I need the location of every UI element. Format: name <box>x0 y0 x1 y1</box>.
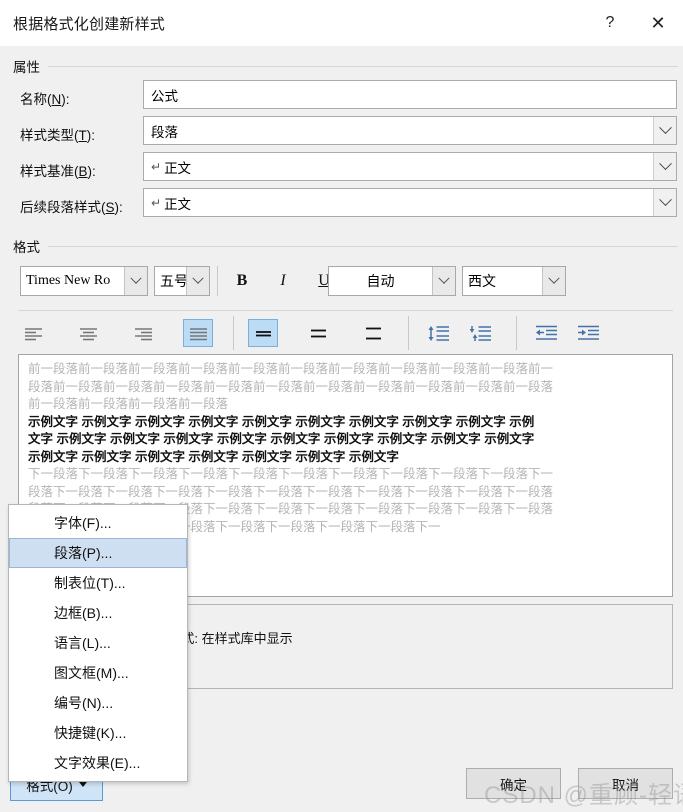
bold-button[interactable]: B <box>227 267 257 295</box>
menu-item-language[interactable]: 语言(L)... <box>9 628 187 658</box>
menu-item-numbering[interactable]: 编号(N)... <box>9 688 187 718</box>
style-based-on-combobox[interactable]: ↵ 正文 <box>143 152 677 181</box>
align-justify-button[interactable] <box>183 319 213 347</box>
font-color-value: 自动 <box>366 273 395 289</box>
name-input-value: 公式 <box>151 88 178 104</box>
font-family-combobox[interactable]: Times New Ro <box>20 266 148 296</box>
dialog-title-bar: 根据格式化创建新样式 ? ✕ <box>0 0 683 46</box>
line-spacing-1-5-button[interactable] <box>303 319 333 347</box>
chevron-down-icon[interactable] <box>124 267 147 295</box>
menu-item-border[interactable]: 边框(B)... <box>9 598 187 628</box>
ok-button[interactable]: 确定 <box>466 768 561 799</box>
style-type-label: 样式类型(T): <box>20 128 95 143</box>
cancel-button-label: 取消 <box>612 777 639 793</box>
format-dropdown-menu[interactable]: 字体(F)... 段落(P)... 制表位(T)... 边框(B)... 语言(… <box>8 504 188 782</box>
line-spacing-single-button[interactable] <box>248 319 278 347</box>
align-left-button[interactable] <box>18 319 48 347</box>
increase-indent-button[interactable] <box>574 319 604 347</box>
toolbar-divider <box>18 310 673 311</box>
help-icon[interactable]: ? <box>587 0 633 46</box>
chevron-down-icon[interactable] <box>432 267 455 295</box>
preview-sample-line: 示例文字 示例文字 示例文字 示例文字 示例文字 示例文字 示例文字 <box>28 449 399 464</box>
preview-after-line: 下一段落下一段落下一段落下一段落下一段落下一段落下一段落下一段落下一段落下一段落… <box>28 467 554 481</box>
caret-down-icon <box>78 782 87 787</box>
toolbar-separator <box>217 266 218 296</box>
chevron-down-icon[interactable] <box>653 189 676 216</box>
align-center-button[interactable] <box>73 319 103 347</box>
style-based-on-value: 正文 <box>164 160 192 176</box>
menu-item-font[interactable]: 字体(F)... <box>9 508 187 538</box>
decrease-paragraph-spacing-button[interactable] <box>466 319 496 347</box>
name-input[interactable]: 公式 <box>143 80 677 109</box>
preview-before-line: 段落前一段落前一段落前一段落前一段落前一段落前一段落前一段落前一段落前一段落前一… <box>28 379 554 394</box>
format-group-rule <box>48 246 678 247</box>
title-bar-buttons: ? ✕ <box>587 0 683 46</box>
menu-item-paragraph[interactable]: 段落(P)... <box>9 538 187 568</box>
preview-sample-line: 示例文字 示例文字 示例文字 示例文字 示例文字 示例文字 示例文字 示例文字 … <box>28 414 535 429</box>
preview-sample-line: 文字 示例文字 示例文字 示例文字 示例文字 示例文字 示例文字 示例文字 示例… <box>28 432 535 446</box>
preview-before-line: 前一段落前一段落前一段落前一段落 <box>28 397 229 411</box>
next-paragraph-style-combobox[interactable]: ↵ 正文 <box>143 188 677 217</box>
chevron-down-icon[interactable] <box>653 117 676 144</box>
style-based-on-label: 样式基准(B): <box>20 164 96 179</box>
close-icon[interactable]: ✕ <box>633 0 683 46</box>
menu-item-text-effects[interactable]: 文字效果(E)... <box>9 748 187 778</box>
font-size-value: 五号 <box>160 273 186 289</box>
script-value: 西文 <box>468 273 496 289</box>
name-label: 名称(N): <box>20 92 70 107</box>
chevron-down-icon[interactable] <box>653 153 676 180</box>
increase-paragraph-spacing-button[interactable] <box>424 319 454 347</box>
chevron-down-icon[interactable] <box>186 267 209 295</box>
font-size-combobox[interactable]: 五号 <box>154 266 210 296</box>
toolbar-separator <box>516 316 517 350</box>
italic-button[interactable]: I <box>268 267 298 295</box>
menu-item-frame[interactable]: 图文框(M)... <box>9 658 187 688</box>
format-group-label: 格式 <box>13 236 46 256</box>
dialog-title: 根据格式化创建新样式 <box>13 15 166 33</box>
next-paragraph-style-value: 正文 <box>164 196 192 212</box>
menu-item-shortcut-key[interactable]: 快捷键(K)... <box>9 718 187 748</box>
menu-item-tabs[interactable]: 制表位(T)... <box>9 568 187 598</box>
pilcrow-icon: ↵ <box>151 159 162 174</box>
style-type-value: 段落 <box>151 124 178 140</box>
chevron-down-icon[interactable] <box>542 267 565 295</box>
toolbar-separator <box>233 316 234 350</box>
align-right-button[interactable] <box>128 319 158 347</box>
properties-group-rule <box>48 66 678 67</box>
cancel-button[interactable]: 取消 <box>578 768 673 799</box>
ok-button-label: 确定 <box>500 777 527 793</box>
decrease-indent-button[interactable] <box>532 319 562 347</box>
script-combobox[interactable]: 西文 <box>462 266 566 296</box>
next-paragraph-style-label: 后续段落样式(S): <box>20 200 123 215</box>
font-family-value: Times New Ro <box>26 273 111 288</box>
properties-group-label: 属性 <box>13 56 46 76</box>
pilcrow-icon: ↵ <box>151 195 162 210</box>
preview-after-line: 段落下一段落下一段落下一段落下一段落下一段落下一段落下一段落下一段落下一段落下一… <box>28 484 554 499</box>
toolbar-separator <box>408 316 409 350</box>
preview-before-line: 前一段落前一段落前一段落前一段落前一段落前一段落前一段落前一段落前一段落前一段落… <box>28 362 554 376</box>
line-spacing-double-button[interactable] <box>358 319 388 347</box>
style-type-combobox[interactable]: 段落 <box>143 116 677 145</box>
font-color-combobox[interactable]: 自动 <box>328 266 456 296</box>
